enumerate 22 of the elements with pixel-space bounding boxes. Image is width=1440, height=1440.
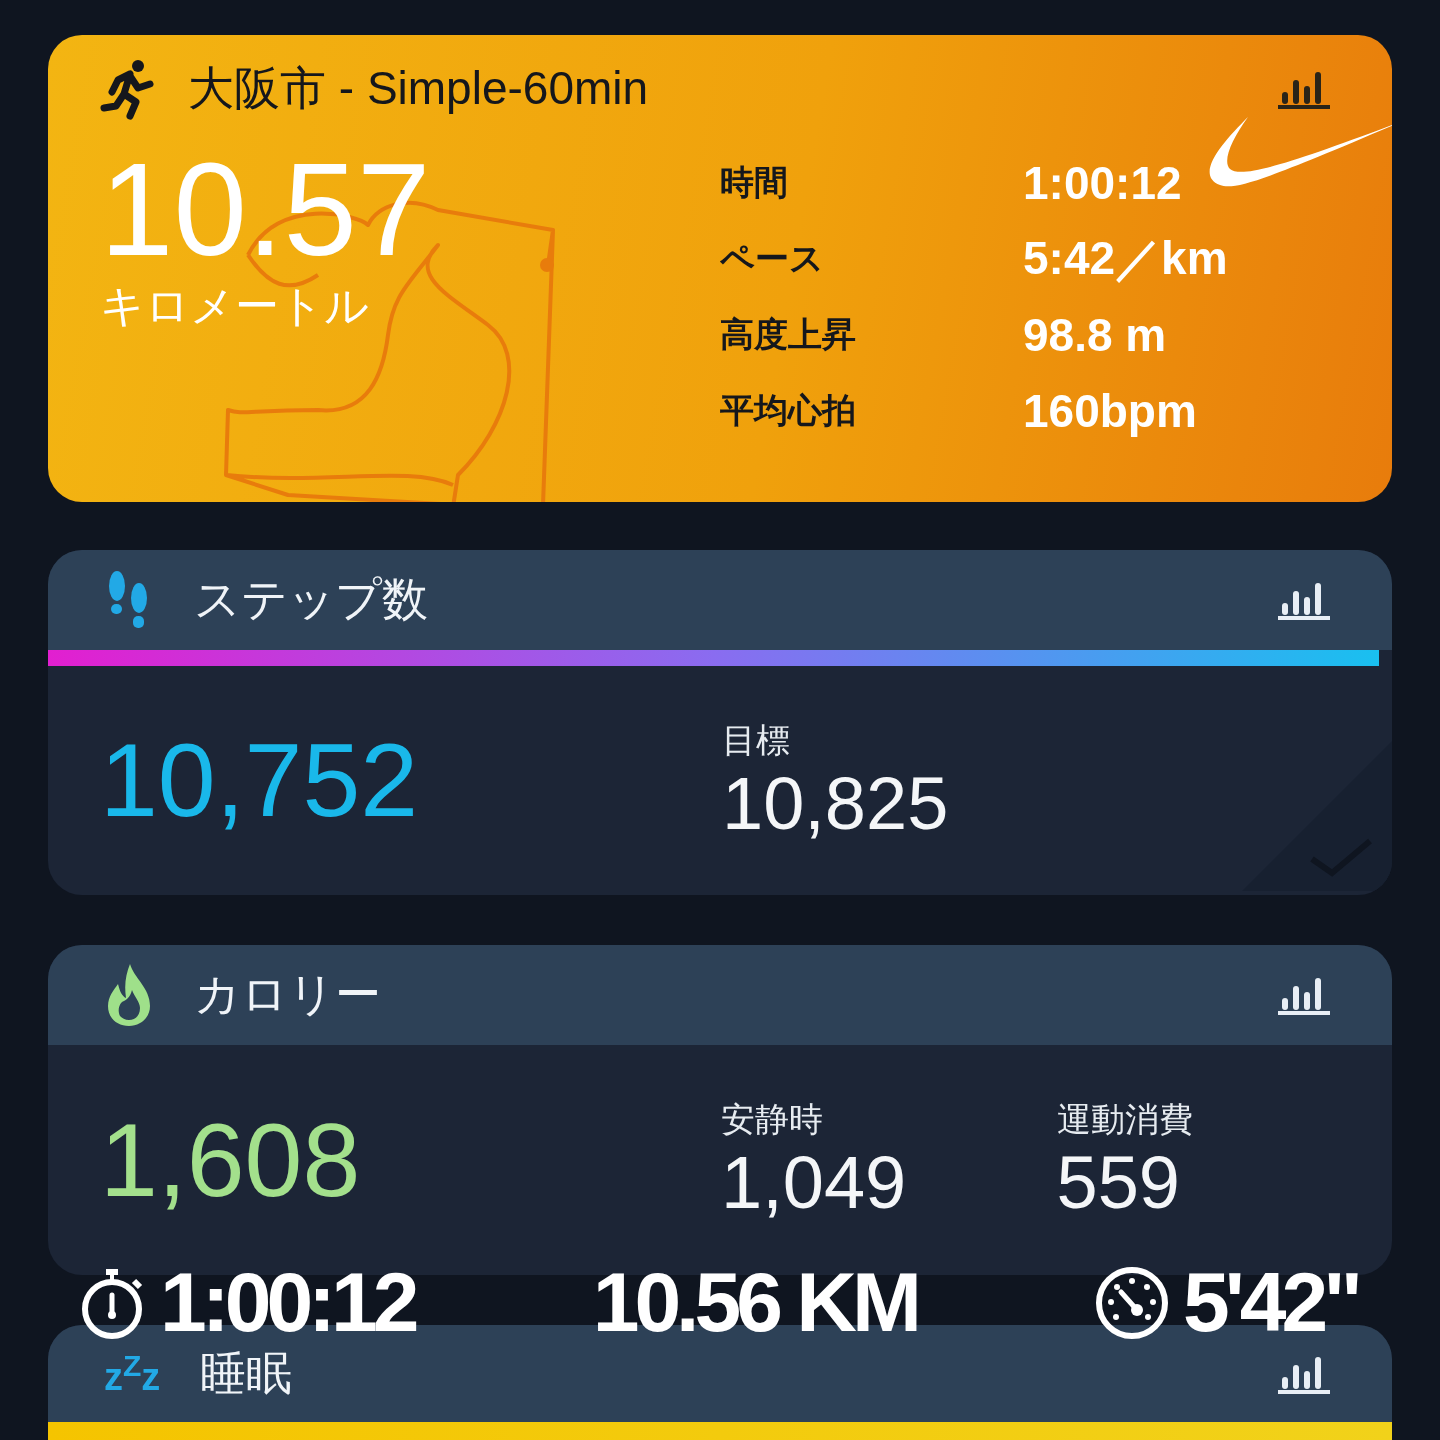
activity-title: 大阪市 - Simple-60min xyxy=(188,61,650,116)
stat-value: 5:42／km xyxy=(1023,231,1228,286)
distance-total: 10.56 KM xyxy=(592,1254,917,1351)
goal-label: 目標 xyxy=(722,718,791,762)
stat-label: 高度上昇 xyxy=(720,313,857,356)
sleep-icon: z$^{Z}$z xyxy=(104,1348,161,1399)
stat-value: 1:00:12 xyxy=(1023,156,1183,210)
goal-value: 10,825 xyxy=(722,763,950,844)
card-title: カロリー xyxy=(194,966,381,1023)
stat-label: 時間 xyxy=(720,161,789,204)
stat-value: 98.8 m xyxy=(1023,308,1168,362)
calorie-label: 安静時 xyxy=(721,1098,825,1141)
calorie-total: 1,608 xyxy=(100,1100,362,1220)
stat-label: ペース xyxy=(720,237,825,280)
calorie-value: 559 xyxy=(1056,1143,1181,1223)
card-title: ステップ数 xyxy=(194,571,428,628)
stat-label: 平均心拍 xyxy=(720,389,857,432)
stat-value: 160bpm xyxy=(1023,384,1198,438)
step-count: 10,752 xyxy=(100,721,420,840)
pace-value: 5'42" xyxy=(1183,1254,1358,1351)
calorie-label: 運動消費 xyxy=(1056,1098,1194,1141)
calorie-value: 1,049 xyxy=(721,1143,908,1223)
